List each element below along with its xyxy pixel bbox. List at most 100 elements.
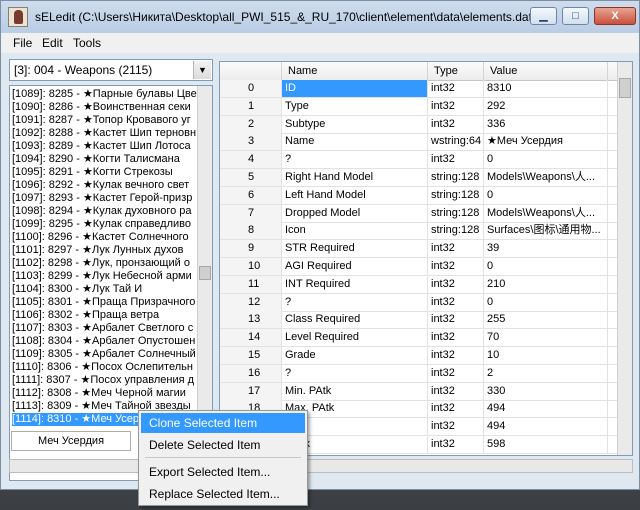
list-item[interactable]: [1093]: 8289 - ★Кастет Шип Лотоса (12, 140, 198, 153)
list-item[interactable]: [1110]: 8306 - ★Посох Ослепительн (12, 361, 198, 374)
list-item[interactable]: [1112]: 8308 - ★Меч Черной магии (12, 387, 198, 400)
cell-name[interactable]: Left Hand Model (282, 186, 428, 204)
cell-name[interactable]: Name (282, 133, 428, 151)
table-row[interactable]: 11 INT Required int32 210 (220, 275, 620, 294)
list-item[interactable]: [1096]: 8292 - ★Кулак вечного свет (12, 179, 198, 192)
table-row[interactable]: 5 Right Hand Model string:128 Models\Weapon… (220, 169, 620, 187)
cell-type[interactable]: int32 (428, 329, 484, 347)
list-item[interactable]: [1091]: 8287 - ★Топор Кровавого уг (12, 114, 198, 127)
cell-name[interactable]: Grade (282, 347, 428, 364)
cell-type[interactable]: int32 (428, 258, 484, 275)
list-item[interactable]: [1107]: 8303 - ★Арбалет Светлого с (12, 322, 198, 335)
cell-value[interactable]: 70 (484, 329, 608, 347)
cell-value[interactable]: 0 (484, 258, 608, 275)
cell-value[interactable]: 8310 (484, 80, 608, 97)
cell-type[interactable]: string:128 (428, 186, 484, 204)
list-item[interactable]: [1095]: 8291 - ★Когти Стрекозы (12, 166, 198, 179)
list-item[interactable]: [1094]: 8290 - ★Когти Талисмана (12, 153, 198, 166)
cell-name[interactable]: Subtype (282, 115, 428, 133)
cell-value[interactable]: 10 (484, 347, 608, 364)
column-header-name[interactable]: Name (282, 62, 428, 80)
cell-type[interactable]: int32 (428, 347, 484, 364)
cell-name[interactable]: Right Hand Model (282, 169, 428, 186)
title-bar[interactable]: sELedit (C:\Users\Никита\Desktop\all_PWI… (1, 1, 639, 33)
cell-type[interactable]: int32 (428, 311, 484, 329)
cell-type[interactable]: int32 (428, 80, 484, 97)
list-item[interactable]: [1104]: 8300 - ★Лук Тай И (12, 283, 198, 296)
cell-value[interactable]: 598 (484, 436, 608, 453)
cell-type[interactable]: int32 (428, 240, 484, 258)
grid-scrollbar[interactable] (617, 62, 632, 455)
close-button[interactable]: X (594, 7, 636, 25)
cell-type[interactable]: int32 (428, 364, 484, 382)
cell-type[interactable]: string:128 (428, 222, 484, 240)
cell-value[interactable]: Surfaces\图标\通用物... (484, 222, 608, 240)
cell-value[interactable]: 336 (484, 115, 608, 133)
table-row[interactable]: 16? int32 2 (220, 364, 620, 383)
list-item[interactable]: [1101]: 8297 - ★Лук Лунных духов (12, 244, 198, 257)
table-row[interactable]: 7 Dropped Model string:128 Models\Weapons\人… (220, 204, 620, 223)
cell-value[interactable]: ★Меч Усердия (484, 133, 608, 151)
cell-name[interactable]: Type (282, 97, 428, 115)
clone-selected-item[interactable]: Clone Selected Item (141, 413, 305, 433)
cell-name[interactable]: ID (282, 80, 428, 97)
cell-value[interactable]: 494 (484, 400, 608, 418)
table-row[interactable]: 10 AGI Required int32 0 (220, 258, 620, 276)
column-header-value[interactable]: Value (484, 62, 608, 80)
cell-value[interactable]: 494 (484, 418, 608, 436)
list-item[interactable]: [1103]: 8299 - ★Лук Небесной арми (12, 270, 198, 283)
export-selected-item[interactable]: Export Selected Item... (141, 462, 305, 482)
cell-name[interactable]: STR Required (282, 240, 428, 258)
cell-value[interactable]: 39 (484, 240, 608, 258)
delete-selected-item[interactable]: Delete Selected Item (141, 435, 305, 455)
table-row[interactable]: 8 Icon string:128 Surfaces\图标\通用物... (220, 222, 620, 241)
replace-selected-item[interactable]: Replace Selected Item... (141, 484, 305, 504)
list-item[interactable]: [1105]: 8301 - ★Праща Призрачного (12, 296, 198, 309)
cell-name[interactable]: INT Required (282, 275, 428, 293)
table-row[interactable]: 1 Type int32 292 (220, 97, 620, 116)
cell-name[interactable]: AGI Required (282, 258, 428, 275)
menu-tools[interactable]: Tools (73, 36, 101, 50)
cell-type[interactable]: int32 (428, 151, 484, 169)
list-item[interactable]: [1092]: 8288 - ★Кастет Шип терновн (12, 127, 198, 140)
cell-type[interactable]: int32 (428, 115, 484, 133)
list-item[interactable]: [1098]: 8294 - ★Кулак духовного ра (12, 205, 198, 218)
cell-type[interactable]: int32 (428, 275, 484, 293)
table-row[interactable]: 4? int32 0 (220, 151, 620, 170)
cell-value[interactable]: 292 (484, 97, 608, 115)
list-item[interactable]: [1109]: 8305 - ★Арбалет Солнечный (12, 348, 198, 361)
list-item[interactable]: [1097]: 8293 - ★Кастет Герой-призр (12, 192, 198, 205)
cell-name[interactable]: Icon (282, 222, 428, 240)
cell-value[interactable]: 0 (484, 293, 608, 311)
list-item[interactable]: [1090]: 8286 - ★Воинственная секи (12, 101, 198, 114)
menu-file[interactable]: File (13, 36, 32, 50)
cell-type[interactable]: int32 (428, 97, 484, 115)
chevron-down-icon[interactable]: ▼ (193, 61, 211, 79)
cell-value[interactable]: 330 (484, 382, 608, 400)
cell-name[interactable]: ? (282, 364, 428, 382)
cell-value[interactable]: 255 (484, 311, 608, 329)
cell-type[interactable]: int32 (428, 436, 484, 453)
table-row[interactable]: 3 Name wstring:64 ★Меч Усердия (220, 133, 620, 152)
list-item[interactable]: [1099]: 8295 - ★Кулак справедливо (12, 218, 198, 231)
list-item[interactable]: [1108]: 8304 - ★Арбалет Опустошен (12, 335, 198, 348)
maximize-button[interactable]: □ (562, 7, 589, 25)
cell-name[interactable]: Class Required (282, 311, 428, 329)
list-item[interactable]: [1111]: 8307 - ★Посох управления д (12, 374, 198, 387)
cell-name[interactable]: Min. PAtk (282, 382, 428, 400)
grid-scroll-thumb[interactable] (619, 78, 631, 98)
table-row[interactable]: 9 STR Required int32 39 (220, 240, 620, 259)
list-item[interactable]: [1089]: 8285 - ★Парные булавы Цве (12, 88, 198, 101)
list-item[interactable]: [1102]: 8298 - ★Лук, пронзающий о (12, 257, 198, 270)
cell-type[interactable]: int32 (428, 418, 484, 436)
list-item[interactable]: [1106]: 8302 - ★Праща ветра (12, 309, 198, 322)
cell-value[interactable]: 0 (484, 151, 608, 169)
cell-name[interactable]: ? (282, 151, 428, 169)
cell-name[interactable]: Dropped Model (282, 204, 428, 222)
cell-type[interactable]: int32 (428, 382, 484, 400)
table-row[interactable]: 6 Left Hand Model string:128 0 (220, 186, 620, 205)
list-scroll-thumb[interactable] (199, 266, 211, 280)
cell-type[interactable]: wstring:64 (428, 133, 484, 151)
table-row[interactable]: 2 Subtype int32 336 (220, 115, 620, 134)
column-header-type[interactable]: Type (428, 62, 484, 80)
